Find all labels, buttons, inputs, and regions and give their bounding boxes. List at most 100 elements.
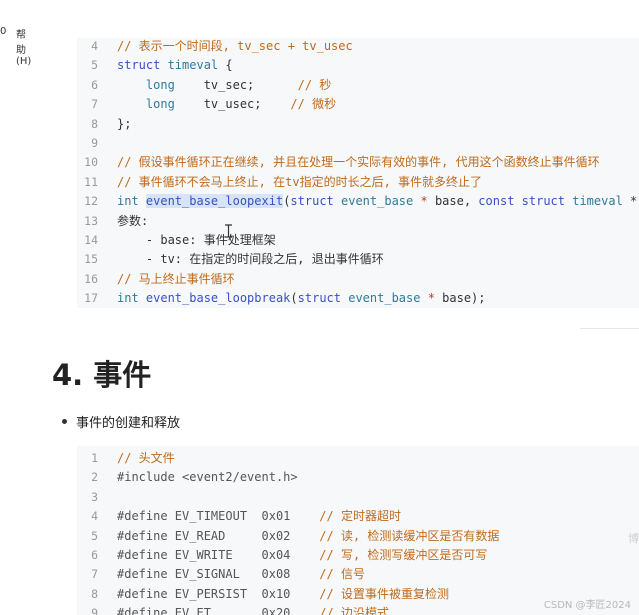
code-line: 17 int event_base_loopbreak(struct event_…	[77, 289, 486, 308]
code-line: 5 struct timeval {	[77, 56, 233, 75]
code-text: #define EV_READ 0x02 // 读, 检测读缓冲区是否有数据	[117, 529, 499, 543]
code-line: 16 // 马上终止事件循环	[77, 270, 235, 289]
code-token: #define EV_PERSIST 0x10	[117, 586, 320, 601]
code-text: // 头文件	[117, 451, 175, 465]
line-number: 4	[91, 39, 98, 53]
code-text: #define EV_TIMEOUT 0x01 // 定时器超时	[117, 509, 401, 523]
line-number: 4	[91, 509, 98, 524]
code-token: - base: 事件处理框架	[117, 233, 276, 247]
code-line: 8};	[77, 115, 131, 134]
code-line: 9 #define EV_ET 0x20 // 边沿模式	[77, 604, 389, 615]
code-token: struct	[117, 58, 168, 73]
line-number: 8	[91, 586, 98, 601]
code-text: #include <event2/event.h>	[117, 470, 298, 484]
code-token: #define EV_WRITE 0x04	[117, 548, 320, 562]
code-text: // 事件循环不会马上终止, 在tv指定的时长之后, 事件就多终止了	[117, 175, 482, 189]
code-token: };	[117, 116, 132, 131]
code-text: int event_base_loopbreak(struct event_ba…	[117, 291, 486, 305]
code-token: long	[117, 77, 175, 92]
code-block-event-defines: 1 // 头文件 2 #include <event2/event.h> 3 4 #defi…	[77, 446, 639, 615]
code-text: struct timeval {	[117, 58, 233, 72]
code-text: int event_base_loopexit(struct event_bas…	[117, 194, 639, 209]
code-line: 5 #define EV_READ 0x02 // 读, 检测读缓冲区是否有数据	[77, 527, 499, 546]
code-token: #define EV_READ 0x02	[117, 528, 320, 543]
code-token: long	[117, 97, 175, 112]
code-line: 15 - tv: 在指定的时间段之后, 退出事件循环	[77, 250, 384, 269]
line-number: 9	[91, 136, 98, 150]
code-line: 2 #include <event2/event.h>	[77, 468, 298, 487]
code-line: 7 #define EV_SIGNAL 0x08 // 信号	[77, 565, 365, 584]
code-text: long tv_usec; // 微秒	[117, 97, 336, 111]
code-token: #define EV_TIMEOUT 0x01	[117, 509, 320, 524]
code-line: 4 #define EV_TIMEOUT 0x01 // 定时器超时	[77, 507, 401, 526]
line-number: 12	[84, 194, 98, 209]
list-item-text: 事件的创建和释放	[76, 416, 181, 431]
line-number: 17	[84, 291, 98, 306]
line-number: 14	[84, 233, 98, 247]
code-text: 参数:	[117, 214, 148, 228]
code-token: // 边沿模式	[319, 606, 389, 615]
code-token: *	[420, 291, 443, 306]
divider	[580, 328, 639, 329]
code-token: event_base	[341, 194, 414, 209]
code-line: 12 int event_base_loopexit(struct event_b…	[77, 192, 639, 211]
code-text: // 假设事件循环正在继续, 并且在处理一个实际有效的事件, 代用这个函数终止事…	[117, 155, 600, 169]
line-number: 6	[91, 548, 98, 562]
line-number: 2	[91, 470, 98, 485]
code-text: // 马上终止事件循环	[117, 272, 235, 286]
code-token: // 表示一个时间段, tv_sec + tv_usec	[117, 39, 353, 53]
code-token: struct	[521, 194, 573, 209]
code-token: // 秒	[297, 77, 332, 92]
code-token: // 信号	[319, 567, 365, 582]
code-token: tv_usec;	[174, 97, 291, 112]
code-line: 14 - base: 事件处理框架	[77, 231, 276, 250]
code-text: #define EV_PERSIST 0x10 // 设置事件被重复检测	[117, 587, 449, 601]
code-text: // 表示一个时间段, tv_sec + tv_usec	[117, 39, 353, 53]
code-token: event_base	[348, 291, 421, 306]
code-token: int	[117, 194, 146, 209]
code-token: base);	[442, 291, 486, 306]
code-token: base,	[434, 194, 479, 209]
code-token: struct	[290, 194, 341, 209]
line-number: 7	[91, 567, 98, 582]
code-line: 13 参数:	[77, 212, 148, 231]
code-text: - base: 事件处理框架	[117, 233, 276, 247]
line-number: 11	[84, 174, 98, 189]
code-token: - tv: 在指定的时间段之后, 退出事件循环	[117, 252, 384, 267]
code-line: 6 long tv_sec; // 秒	[77, 76, 331, 95]
code-token: int	[117, 291, 146, 306]
code-token: #define EV_ET 0x20	[117, 606, 320, 615]
text-cursor-icon	[225, 224, 232, 238]
line-number: 5	[91, 58, 98, 73]
code-token: (	[290, 291, 298, 306]
code-token: timeval	[572, 194, 623, 209]
line-number: 16	[84, 271, 98, 286]
code-token: #define EV_SIGNAL 0x08	[117, 567, 320, 582]
code-token: struct	[297, 291, 349, 306]
code-token: event_base_loopbreak	[145, 291, 291, 306]
csdn-watermark: CSDN @李匠2024	[543, 600, 631, 611]
menu-item-fragment[interactable]: 0	[0, 26, 6, 37]
code-line: 1 // 头文件	[77, 449, 175, 468]
menu-item-help[interactable]: 帮助(H)	[16, 26, 31, 67]
code-token: tv_sec;	[174, 77, 298, 92]
code-line: 3	[77, 488, 117, 507]
code-text: #define EV_ET 0x20 // 边沿模式	[117, 606, 389, 615]
code-line: 7 long tv_usec; // 微秒	[77, 95, 336, 114]
line-number: 10	[84, 155, 98, 170]
code-line: 8 #define EV_PERSIST 0x10 // 设置事件被重复检测	[77, 585, 449, 604]
list-item: 事件的创建和释放	[62, 412, 180, 431]
code-token: *	[413, 194, 435, 209]
code-token: // 事件循环不会马上终止, 在tv指定的时长之后, 事件就多终止了	[117, 174, 483, 189]
code-line: 9	[77, 134, 117, 153]
code-line: 11 // 事件循环不会马上终止, 在tv指定的时长之后, 事件就多终止了	[77, 173, 482, 192]
side-tooltip-fragment: 博	[628, 532, 639, 545]
code-token: // 设置事件被重复检测	[319, 586, 449, 601]
code-token: event_base_loopexit	[145, 194, 284, 209]
code-text: #define EV_WRITE 0x04 // 写, 检测写缓冲区是否可写	[117, 548, 487, 562]
line-number: 13	[84, 213, 98, 228]
line-number: 9	[91, 606, 98, 615]
line-number: 5	[91, 528, 98, 543]
code-token: // 定时器超时	[319, 509, 401, 524]
code-line: 10 // 假设事件循环正在继续, 并且在处理一个实际有效的事件, 代用这个函数终…	[77, 153, 600, 172]
